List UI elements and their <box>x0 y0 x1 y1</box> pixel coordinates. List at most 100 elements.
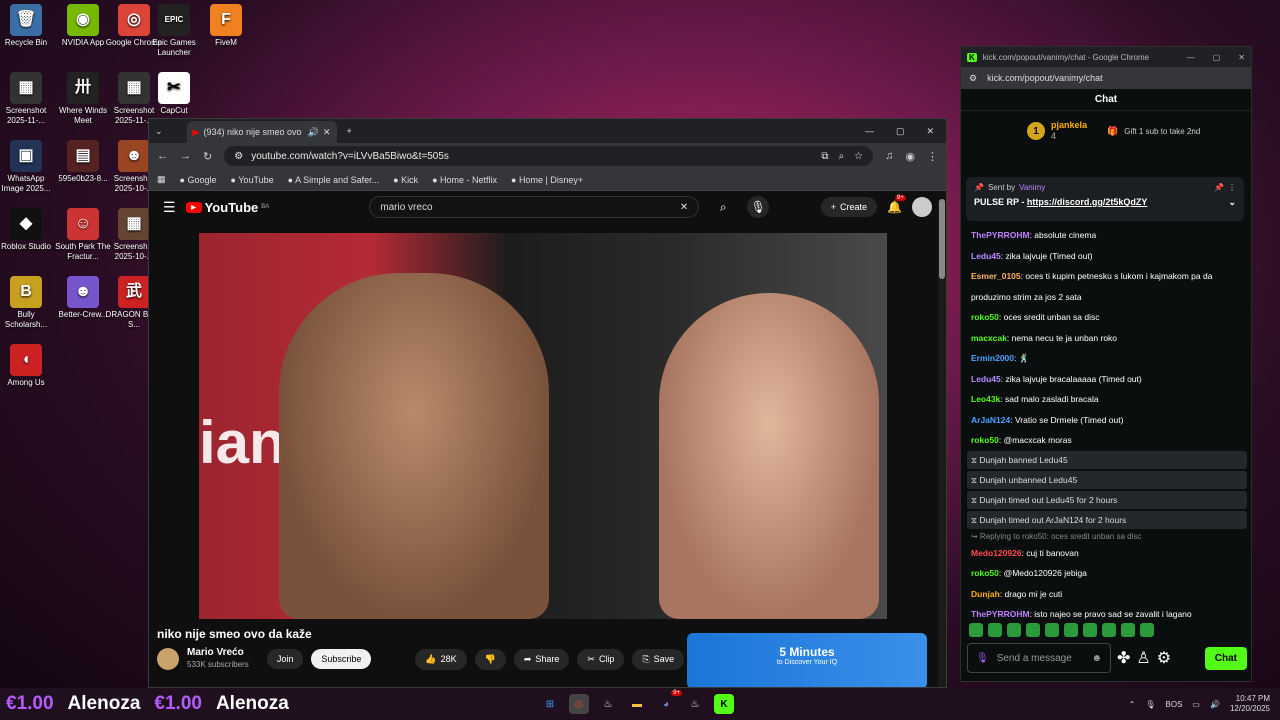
chrome-taskbar-icon[interactable]: ◎ <box>569 694 589 714</box>
chat-send-button[interactable]: Chat <box>1204 646 1247 670</box>
site-info-icon[interactable]: ⚙ <box>234 151 243 162</box>
chat-message[interactable]: ArJaN124: Vratio se Drmele (Timed out) <box>971 410 1243 431</box>
chat-message[interactable]: Ermin2000: 🕺 <box>971 348 1243 369</box>
network-icon[interactable]: ▭ <box>1192 700 1200 709</box>
forward-icon[interactable]: → <box>180 150 191 162</box>
apps-grid-icon[interactable]: ▦ <box>157 174 166 185</box>
reload-icon[interactable]: ↻ <box>203 150 212 163</box>
zoom-icon[interactable]: ⌕ <box>839 151 845 162</box>
install-icon[interactable]: ⧉ <box>821 151 828 162</box>
chat-message[interactable]: produzimo strim za jos 2 sata <box>971 287 1243 308</box>
desktop-icon[interactable]: 🗑 Recycle Bin <box>0 4 56 48</box>
like-button[interactable]: 👍 28K <box>415 648 467 670</box>
kick-taskbar-icon[interactable]: K <box>714 694 734 714</box>
page-scrollbar[interactable] <box>938 199 946 687</box>
tray-mic-icon[interactable]: 🎙 <box>1145 700 1155 709</box>
discord-taskbar-icon[interactable]: ◕ 9+ <box>656 690 682 714</box>
close-window-icon[interactable]: ✕ <box>926 126 934 137</box>
audio-icon[interactable]: 🔊 <box>308 127 319 138</box>
chat-username[interactable]: roko50 <box>971 568 999 578</box>
chat-username[interactable]: ThePYRROHM <box>971 609 1030 619</box>
chat-message[interactable]: Ledu45: zika lajvuje bracalaaaaa (Timed … <box>971 369 1243 390</box>
chat-message[interactable]: roko50: @macxcak moras <box>971 430 1243 451</box>
desktop-icon[interactable]: ◖ Among Us <box>0 344 56 388</box>
kick-site-info-icon[interactable]: ⚙ <box>969 73 977 84</box>
desktop-icon[interactable]: EPIC Epic Games Launcher <box>144 4 204 58</box>
channel-name[interactable]: Mario Vrećo <box>187 647 249 659</box>
scrollbar-thumb[interactable] <box>939 199 945 279</box>
clock[interactable]: 10:47 PM 12/20/2025 <box>1230 694 1270 714</box>
chat-message[interactable]: Dunjah: drago mi je cuti <box>971 584 1243 605</box>
emote-icon[interactable] <box>1007 623 1021 637</box>
bookmark-item[interactable]: ● A Simple and Safer... <box>288 175 380 185</box>
chat-message[interactable]: Leo43k: sad malo zasladi bracala <box>971 389 1243 410</box>
chat-message[interactable]: roko50: @Medo120926 jebiga <box>971 563 1243 584</box>
bookmark-item[interactable]: ● YouTube <box>230 175 273 185</box>
channel-avatar[interactable] <box>157 648 179 670</box>
unpin-icon[interactable]: 📌 <box>1214 183 1224 192</box>
chat-message[interactable]: Medo120926: cuj ti banovan <box>971 543 1243 564</box>
message-input[interactable]: 🎙 Send a message ☻ <box>967 643 1111 673</box>
pinned-more-icon[interactable]: ⋮ <box>1228 183 1236 192</box>
desktop-icon[interactable]: ▦ Screenshot 2025-11-... <box>0 72 56 126</box>
chat-username[interactable]: Esmer_0105 <box>971 271 1021 281</box>
gift-leaderboard[interactable]: 1 pjankela 4 🎁 Gift 1 sub to take 2nd <box>961 111 1251 151</box>
chat-username[interactable]: Ledu45 <box>971 251 1001 261</box>
emote-picker-icon[interactable]: ✤ <box>1117 648 1130 668</box>
chat-username[interactable]: ArJaN124 <box>971 415 1010 425</box>
account-avatar[interactable] <box>912 197 932 217</box>
chat-username[interactable]: Ermin2000 <box>971 353 1014 363</box>
desktop-icon[interactable]: ◆ Roblox Studio <box>0 208 56 252</box>
emote-icon[interactable] <box>1045 623 1059 637</box>
search-icon[interactable]: ⌕ <box>709 196 737 218</box>
youtube-tab[interactable]: ▶ (934) niko nije smeo ovo da 🔊 ✕ <box>186 121 337 143</box>
emote-icon[interactable] <box>1083 623 1097 637</box>
tray-chevron-icon[interactable]: ⌃ <box>1129 700 1136 709</box>
chat-username[interactable]: roko50 <box>971 435 999 445</box>
chat-username[interactable]: Medo120926 <box>971 548 1022 558</box>
pinned-message[interactable]: 📌 Sent by Vanimy 📌 ⋮ PULSE RP - https://… <box>966 177 1244 221</box>
video-player[interactable]: ianbet <box>199 233 887 619</box>
settings-gear-icon[interactable]: ⚙ <box>1157 648 1171 668</box>
mic-icon[interactable]: 🎙 <box>976 653 989 664</box>
file-explorer-icon[interactable]: ▬ <box>627 694 647 714</box>
language-indicator[interactable]: BOS <box>1166 700 1183 709</box>
new-tab-icon[interactable]: + <box>347 126 352 136</box>
emoji-icon[interactable]: ☻ <box>1091 653 1102 664</box>
chat-username[interactable]: Leo43k <box>971 394 1000 404</box>
maximize-icon[interactable]: ▢ <box>896 126 905 137</box>
pinned-link[interactable]: https://discord.gg/2t5kQdZY <box>1027 197 1148 207</box>
emote-icon[interactable] <box>1064 623 1078 637</box>
kick-close-icon[interactable]: ✕ <box>1238 53 1245 62</box>
microphone-icon[interactable]: 🎙 <box>747 196 770 218</box>
chat-message[interactable]: Ledu45: zika lajvuje (Timed out) <box>971 246 1243 267</box>
emote-icon[interactable] <box>988 623 1002 637</box>
search-input[interactable]: mario vreco ✕ <box>369 196 700 218</box>
start-windows-icon[interactable]: ⊞ <box>540 694 560 714</box>
profile-icon[interactable]: ◉ <box>905 150 915 163</box>
kick-minimize-icon[interactable]: — <box>1187 53 1195 62</box>
youtube-logo[interactable]: ▶ YouTube BA <box>185 200 269 215</box>
menu-icon[interactable]: ⋮ <box>927 150 938 163</box>
url-field[interactable]: ⚙ youtube.com/watch?v=iLVvBa5Biwo&t=505s… <box>224 146 874 166</box>
desktop-icon[interactable]: F FiveM <box>196 4 256 48</box>
chat-message[interactable]: Esmer_0105: oces ti kupim petnesku s luk… <box>971 266 1243 287</box>
desktop-icon[interactable]: ✂ CapCut <box>144 72 204 116</box>
kick-address-bar[interactable]: ⚙ kick.com/popout/vanimy/chat <box>961 67 1251 89</box>
clip-button[interactable]: ✂ Clip <box>577 648 625 670</box>
emote-icon[interactable] <box>1102 623 1116 637</box>
bookmark-item[interactable]: ● Home - Netflix <box>432 175 497 185</box>
media-icon[interactable]: ♫ <box>885 150 893 162</box>
chat-message[interactable]: ThePYRROHM: absolute cinema <box>971 225 1243 246</box>
ad-banner[interactable]: 5 Minutes to Discover Your IQ <box>687 633 927 687</box>
bookmark-item[interactable]: ● Home | Disney+ <box>511 175 583 185</box>
dislike-button[interactable]: 👎 <box>474 648 506 670</box>
chat-message[interactable]: macxcak: nema necu te ja unban roko <box>971 328 1243 349</box>
emote-icon[interactable] <box>969 623 983 637</box>
chat-username[interactable]: Dunjah <box>971 589 1000 599</box>
create-button[interactable]: + Create <box>820 197 878 217</box>
users-icon[interactable]: ♙ <box>1136 648 1150 668</box>
emote-icon[interactable] <box>1140 623 1154 637</box>
share-button[interactable]: ➦ Share <box>513 648 570 670</box>
chat-username[interactable]: roko50 <box>971 312 999 322</box>
